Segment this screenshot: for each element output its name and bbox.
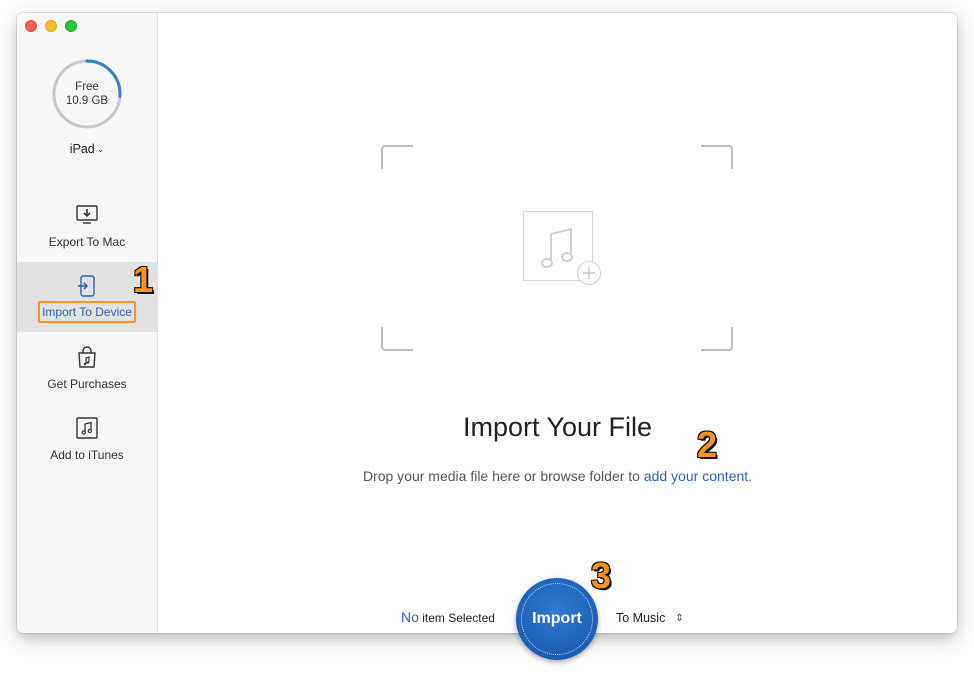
window-controls [25, 20, 77, 32]
sidebar-item-label: Import To Device [38, 301, 136, 323]
import-button-label: Import [532, 610, 582, 627]
shopping-bag-icon [78, 346, 96, 368]
close-window-button[interactable] [25, 20, 37, 32]
drop-zone-corner [381, 145, 413, 169]
selected-count: No [401, 609, 419, 625]
plus-icon [577, 261, 601, 285]
maximize-window-button[interactable] [65, 20, 77, 32]
add-content-link[interactable]: add your content [644, 468, 748, 484]
sidebar-item-export-to-mac[interactable]: Export To Mac [17, 191, 157, 261]
drop-zone-corner [701, 327, 733, 351]
selected-text: item Selected [418, 611, 495, 625]
sidebar: Free 10.9 GB iPad ⌄ Export To Mac Import … [17, 13, 158, 633]
subtitle-period: . [748, 468, 753, 484]
app-window: Free 10.9 GB iPad ⌄ Export To Mac Import … [17, 13, 957, 633]
itunes-note-icon [76, 417, 98, 439]
device-selector[interactable]: iPad ⌄ [17, 142, 157, 156]
destination-selector[interactable]: To Music ⇕ [616, 611, 684, 625]
chevron-down-icon: ⌄ [96, 144, 105, 154]
step-number-2: 2 [696, 424, 718, 465]
storage-value: 10.9 GB [65, 95, 109, 107]
drop-instructions: Drop your media file here or browse fold… [158, 468, 957, 484]
import-to-device-icon [78, 275, 95, 297]
import-button[interactable]: Import [516, 578, 598, 660]
minimize-window-button[interactable] [45, 20, 57, 32]
sidebar-item-label: Export To Mac [48, 235, 126, 249]
device-name: iPad [69, 142, 95, 156]
sidebar-item-label: Add to iTunes [50, 448, 124, 462]
drop-zone-corner [381, 327, 413, 351]
main-panel: Import Your File Drop your media file he… [158, 13, 957, 633]
storage-gauge: Free 10.9 GB [52, 59, 122, 129]
step-number-1: 1 [132, 259, 154, 300]
up-down-chevron-icon: ⇕ [675, 613, 684, 624]
storage-label: Free [75, 81, 99, 93]
drop-zone[interactable] [381, 145, 733, 351]
export-to-mac-icon [76, 205, 98, 224]
sidebar-item-get-purchases[interactable]: Get Purchases [17, 333, 157, 403]
destination-label: To Music [616, 611, 666, 625]
page-title: Import Your File [462, 412, 653, 442]
sidebar-item-label: Get Purchases [47, 377, 127, 391]
sidebar-item-add-to-itunes[interactable]: Add to iTunes [17, 404, 157, 474]
subtitle-text: Drop your media file here or browse fold… [362, 468, 644, 484]
drop-zone-corner [701, 145, 733, 169]
selection-status: No item Selected [401, 609, 495, 625]
step-number-3: 3 [590, 555, 612, 596]
